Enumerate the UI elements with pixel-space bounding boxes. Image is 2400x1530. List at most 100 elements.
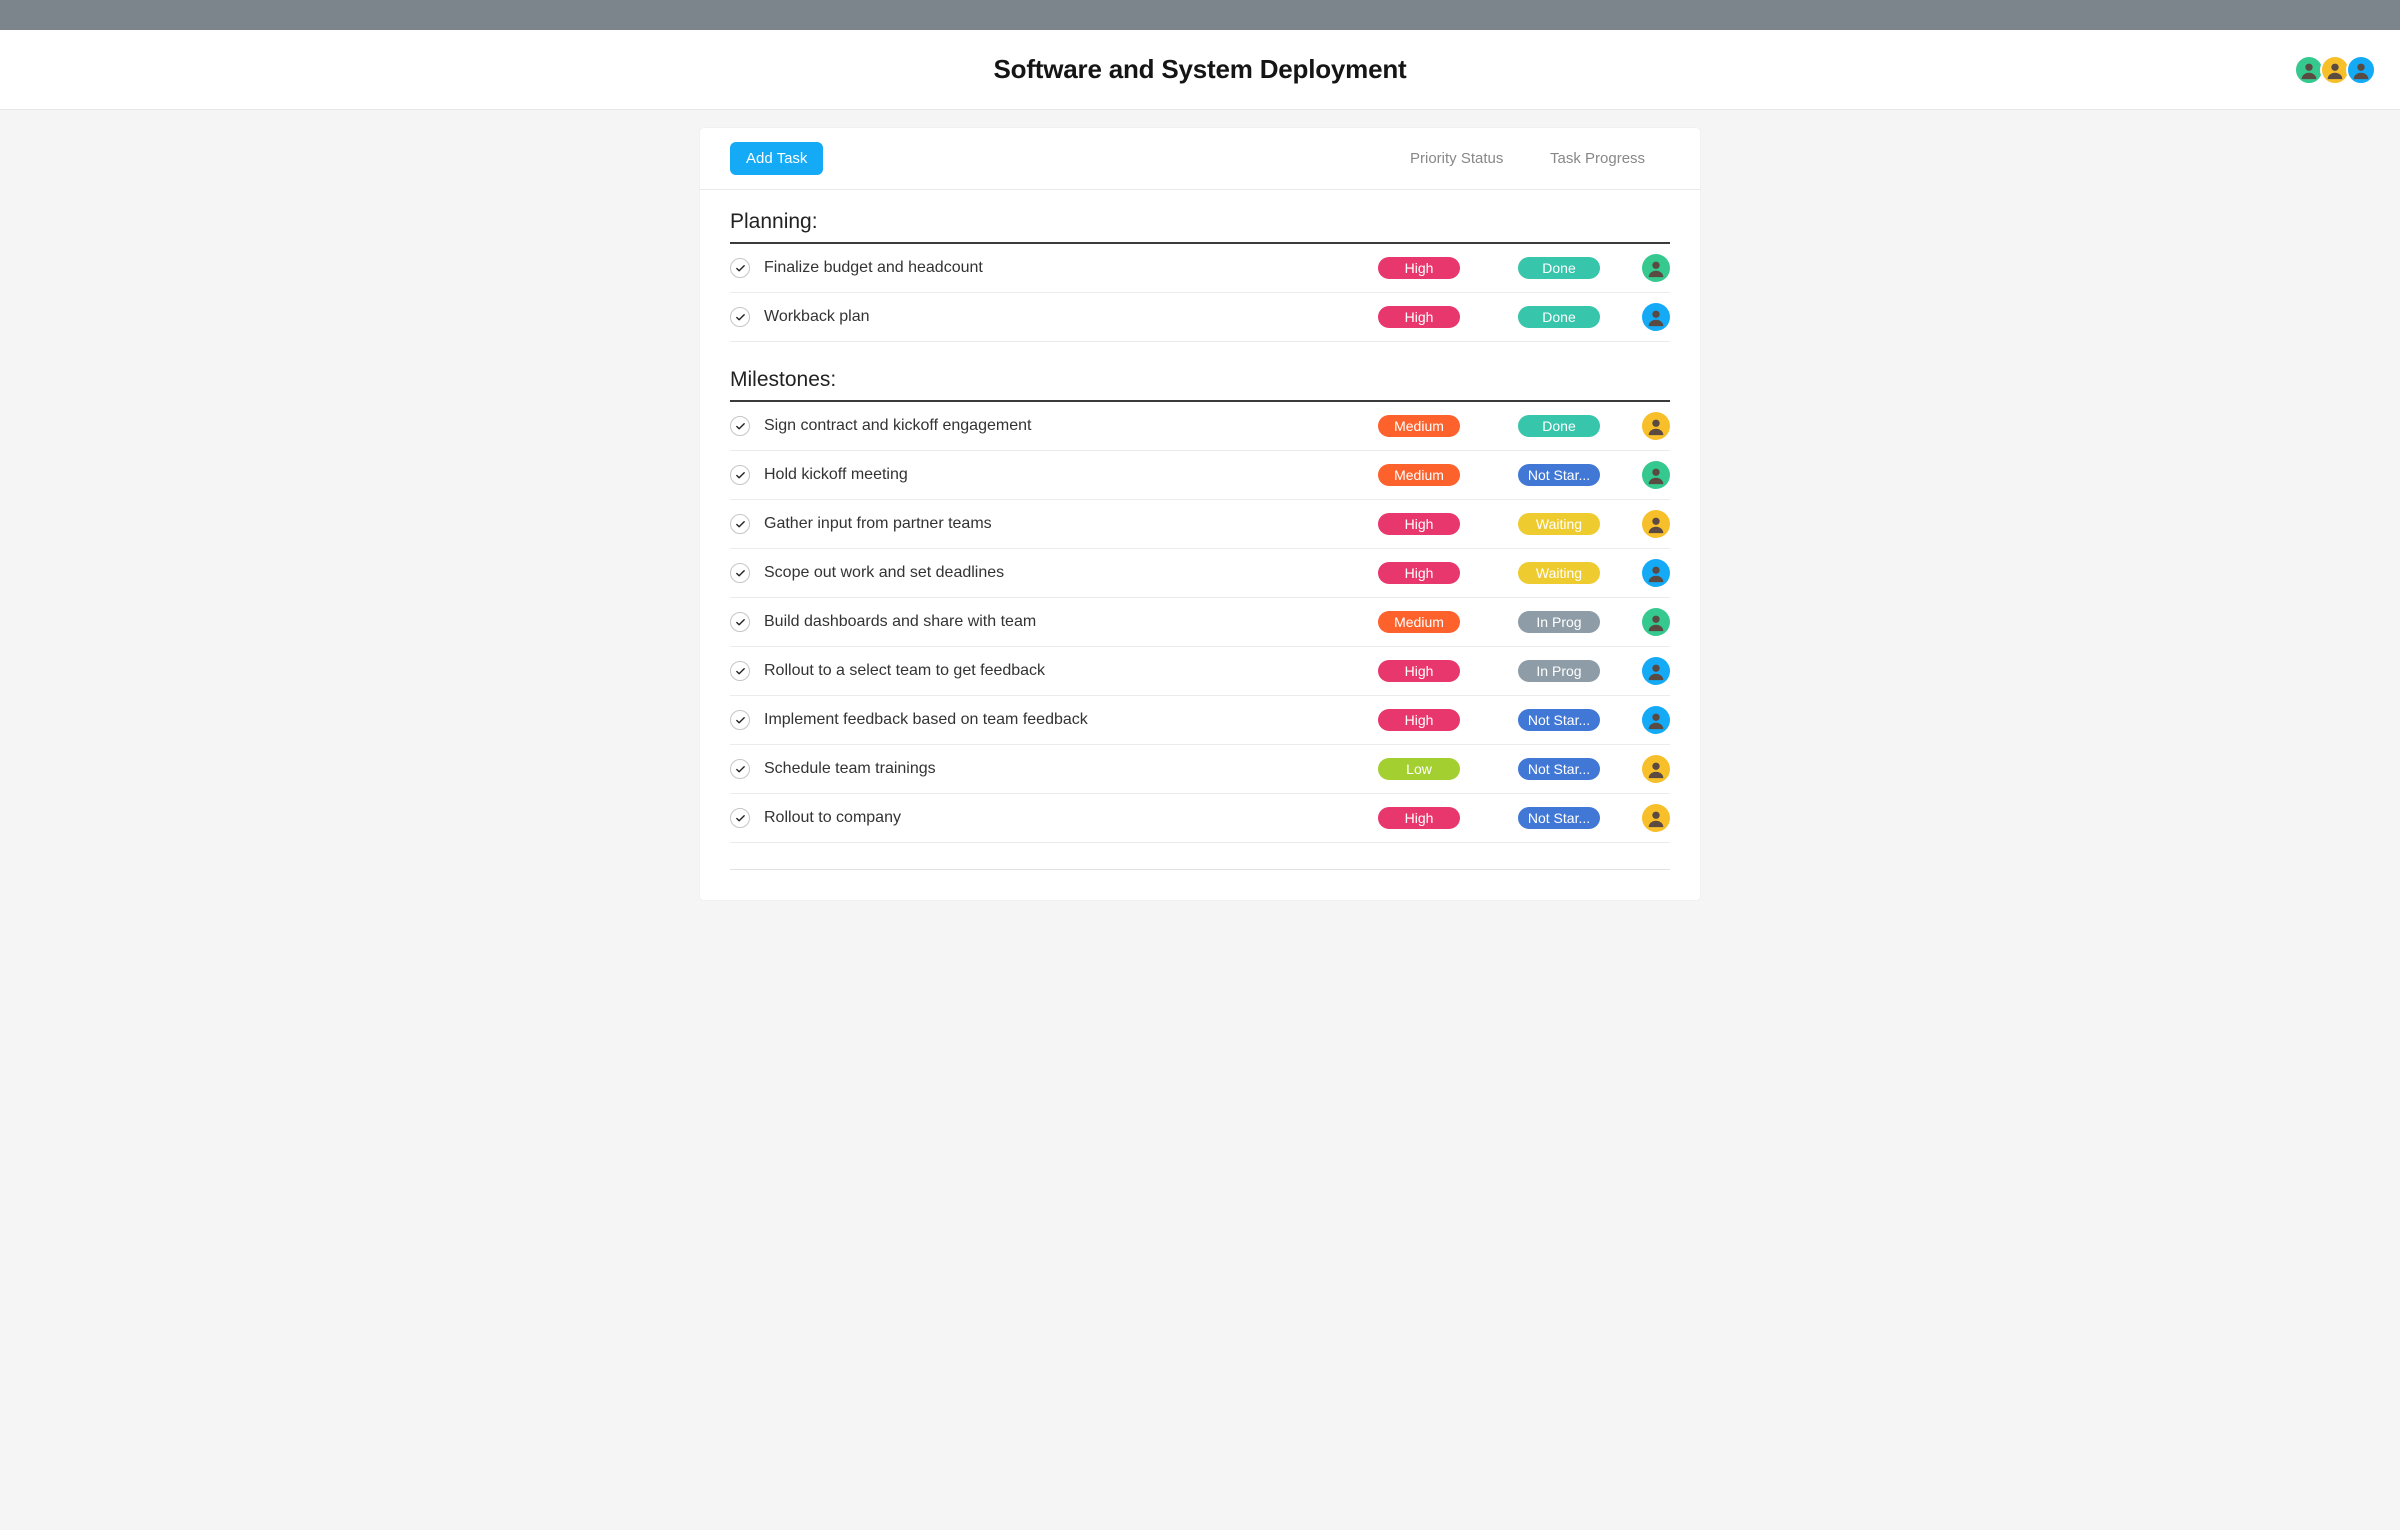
- complete-checkbox[interactable]: [730, 465, 750, 485]
- assignee-cell[interactable]: [1634, 510, 1670, 538]
- complete-checkbox[interactable]: [730, 661, 750, 681]
- assignee-avatar[interactable]: [1642, 510, 1670, 538]
- assignee-avatar[interactable]: [1642, 608, 1670, 636]
- task-title[interactable]: Sign contract and kickoff engagement: [764, 417, 1378, 435]
- priority-badge[interactable]: High: [1378, 660, 1460, 682]
- priority-badge[interactable]: High: [1378, 807, 1460, 829]
- progress-badge[interactable]: Not Star...: [1518, 464, 1600, 486]
- progress-badge[interactable]: Not Star...: [1518, 758, 1600, 780]
- priority-badge[interactable]: High: [1378, 257, 1460, 279]
- task-row[interactable]: Rollout to companyHigh Not Star...: [730, 794, 1670, 843]
- assignee-cell[interactable]: [1634, 804, 1670, 832]
- task-row[interactable]: Scope out work and set deadlinesHigh Wait…: [730, 549, 1670, 598]
- assignee-cell[interactable]: [1634, 706, 1670, 734]
- complete-checkbox[interactable]: [730, 307, 750, 327]
- task-row[interactable]: Finalize budget and headcountHigh Done: [730, 244, 1670, 293]
- progress-badge[interactable]: Not Star...: [1518, 807, 1600, 829]
- priority-cell[interactable]: High: [1378, 306, 1518, 328]
- assignee-avatar[interactable]: [1642, 254, 1670, 282]
- task-row[interactable]: Schedule team trainingsLow Not Star...: [730, 745, 1670, 794]
- assignee-cell[interactable]: [1634, 608, 1670, 636]
- priority-cell[interactable]: High: [1378, 562, 1518, 584]
- priority-badge[interactable]: High: [1378, 306, 1460, 328]
- progress-cell[interactable]: Not Star...: [1518, 709, 1634, 731]
- priority-cell[interactable]: High: [1378, 660, 1518, 682]
- assignee-cell[interactable]: [1634, 412, 1670, 440]
- progress-cell[interactable]: Not Star...: [1518, 758, 1634, 780]
- task-row[interactable]: Implement feedback based on team feedbac…: [730, 696, 1670, 745]
- progress-badge[interactable]: In Prog: [1518, 660, 1600, 682]
- complete-checkbox[interactable]: [730, 416, 750, 436]
- assignee-cell[interactable]: [1634, 303, 1670, 331]
- priority-cell[interactable]: High: [1378, 709, 1518, 731]
- priority-cell[interactable]: High: [1378, 513, 1518, 535]
- progress-cell[interactable]: Not Star...: [1518, 807, 1634, 829]
- priority-cell[interactable]: High: [1378, 807, 1518, 829]
- priority-cell[interactable]: Medium: [1378, 464, 1518, 486]
- progress-badge[interactable]: Not Star...: [1518, 709, 1600, 731]
- progress-cell[interactable]: Not Star...: [1518, 464, 1634, 486]
- assignee-avatar[interactable]: [1642, 303, 1670, 331]
- member-avatar[interactable]: [2346, 55, 2376, 85]
- progress-cell[interactable]: In Prog: [1518, 611, 1634, 633]
- priority-badge[interactable]: Low: [1378, 758, 1460, 780]
- progress-badge[interactable]: Done: [1518, 306, 1600, 328]
- priority-cell[interactable]: High: [1378, 257, 1518, 279]
- progress-badge[interactable]: Done: [1518, 415, 1600, 437]
- assignee-cell[interactable]: [1634, 559, 1670, 587]
- add-task-button[interactable]: Add Task: [730, 142, 823, 175]
- task-title[interactable]: Implement feedback based on team feedbac…: [764, 711, 1378, 729]
- complete-checkbox[interactable]: [730, 258, 750, 278]
- task-title[interactable]: Rollout to company: [764, 809, 1378, 827]
- priority-cell[interactable]: Medium: [1378, 611, 1518, 633]
- task-title[interactable]: Build dashboards and share with team: [764, 613, 1378, 631]
- complete-checkbox[interactable]: [730, 808, 750, 828]
- assignee-avatar[interactable]: [1642, 755, 1670, 783]
- column-header-progress[interactable]: Task Progress: [1550, 150, 1670, 167]
- priority-badge[interactable]: Medium: [1378, 415, 1460, 437]
- progress-cell[interactable]: Done: [1518, 306, 1634, 328]
- assignee-cell[interactable]: [1634, 755, 1670, 783]
- task-title[interactable]: Schedule team trainings: [764, 760, 1378, 778]
- task-row[interactable]: Sign contract and kickoff engagementMedi…: [730, 402, 1670, 451]
- progress-cell[interactable]: Done: [1518, 257, 1634, 279]
- assignee-avatar[interactable]: [1642, 412, 1670, 440]
- priority-badge[interactable]: Medium: [1378, 611, 1460, 633]
- complete-checkbox[interactable]: [730, 710, 750, 730]
- progress-cell[interactable]: In Prog: [1518, 660, 1634, 682]
- task-title[interactable]: Gather input from partner teams: [764, 515, 1378, 533]
- progress-cell[interactable]: Waiting: [1518, 513, 1634, 535]
- task-title[interactable]: Scope out work and set deadlines: [764, 564, 1378, 582]
- column-header-priority[interactable]: Priority Status: [1410, 150, 1550, 167]
- task-row[interactable]: Gather input from partner teamsHighWaiti…: [730, 500, 1670, 549]
- task-row[interactable]: Build dashboards and share with teamMedi…: [730, 598, 1670, 647]
- assignee-avatar[interactable]: [1642, 461, 1670, 489]
- progress-cell[interactable]: Done: [1518, 415, 1634, 437]
- assignee-cell[interactable]: [1634, 461, 1670, 489]
- task-row[interactable]: Rollout to a select team to get feedback…: [730, 647, 1670, 696]
- progress-badge[interactable]: In Prog: [1518, 611, 1600, 633]
- task-row[interactable]: Workback planHigh Done: [730, 293, 1670, 342]
- complete-checkbox[interactable]: [730, 759, 750, 779]
- assignee-avatar[interactable]: [1642, 657, 1670, 685]
- section-title[interactable]: Planning:: [730, 200, 1670, 244]
- task-title[interactable]: Hold kickoff meeting: [764, 466, 1378, 484]
- complete-checkbox[interactable]: [730, 563, 750, 583]
- task-row[interactable]: Hold kickoff meetingMedium Not Star...: [730, 451, 1670, 500]
- assignee-avatar[interactable]: [1642, 559, 1670, 587]
- complete-checkbox[interactable]: [730, 514, 750, 534]
- task-title[interactable]: Workback plan: [764, 308, 1378, 326]
- assignee-avatar[interactable]: [1642, 706, 1670, 734]
- task-title[interactable]: Finalize budget and headcount: [764, 259, 1378, 277]
- assignee-cell[interactable]: [1634, 254, 1670, 282]
- progress-badge[interactable]: Waiting: [1518, 513, 1600, 535]
- section-title[interactable]: Milestones:: [730, 358, 1670, 402]
- priority-cell[interactable]: Medium: [1378, 415, 1518, 437]
- progress-badge[interactable]: Waiting: [1518, 562, 1600, 584]
- priority-badge[interactable]: High: [1378, 709, 1460, 731]
- priority-badge[interactable]: Medium: [1378, 464, 1460, 486]
- assignee-cell[interactable]: [1634, 657, 1670, 685]
- priority-badge[interactable]: High: [1378, 562, 1460, 584]
- priority-cell[interactable]: Low: [1378, 758, 1518, 780]
- complete-checkbox[interactable]: [730, 612, 750, 632]
